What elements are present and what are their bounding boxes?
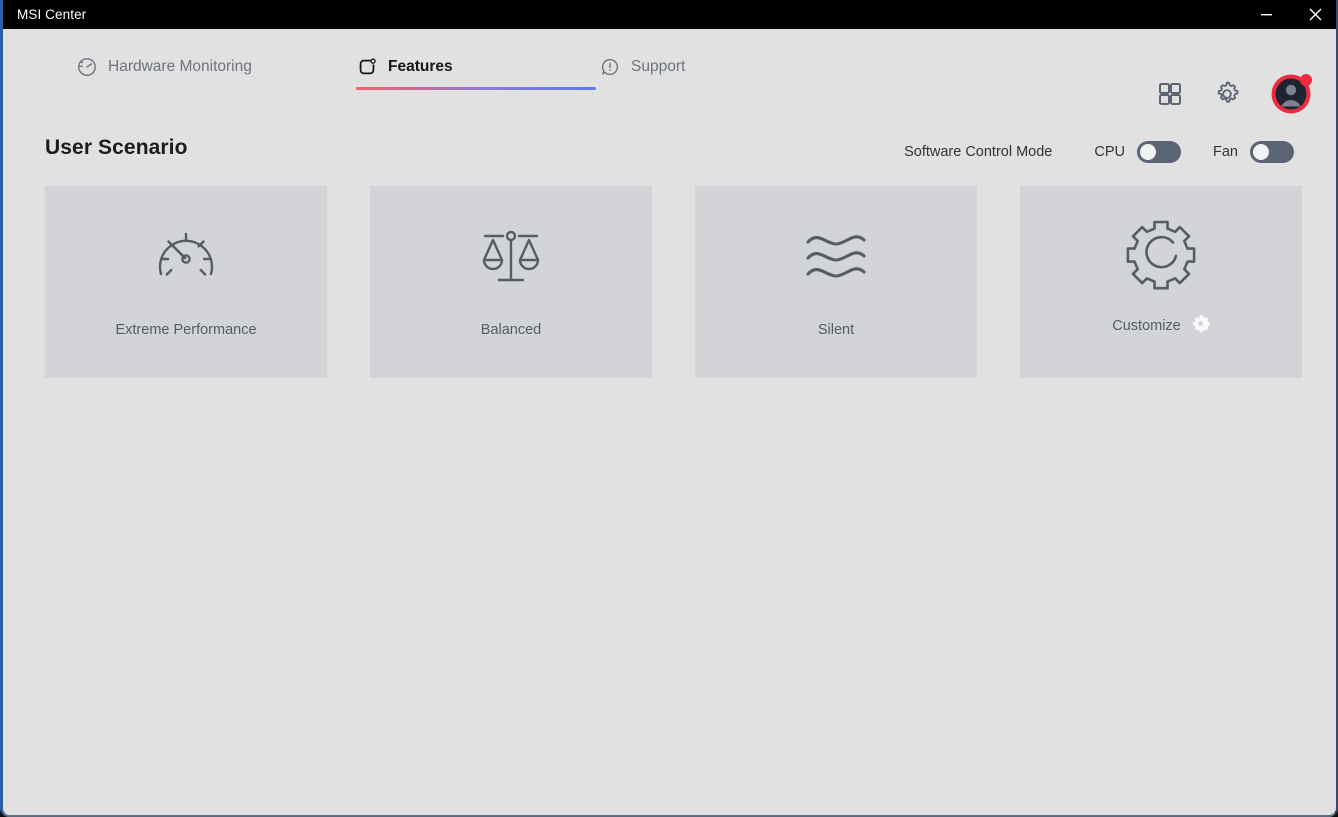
- scenario-card-customize[interactable]: Customize: [1020, 186, 1302, 378]
- close-icon: [1309, 8, 1321, 21]
- features-icon: [356, 56, 378, 78]
- scenario-card-balanced[interactable]: Balanced: [370, 186, 652, 378]
- gear-icon: [1217, 81, 1239, 103]
- tab-label: Support: [631, 58, 686, 75]
- title-bar: MSI Center: [3, 0, 1336, 29]
- gear-outline-icon: [1121, 218, 1201, 294]
- tab-hardware-monitoring[interactable]: Hardware Monitoring: [76, 29, 252, 101]
- cpu-toggle[interactable]: [1137, 141, 1181, 163]
- software-control-mode-label: Software Control Mode: [904, 144, 1053, 160]
- user-scenario-cards: Extreme Performance Balanced Silent Cust…: [45, 186, 1302, 378]
- scenario-label: Customize: [1112, 318, 1181, 334]
- grid-icon: [1159, 83, 1181, 105]
- support-bubble-icon: [599, 56, 621, 78]
- balance-scale-icon: [473, 218, 549, 294]
- app-title: MSI Center: [17, 7, 87, 22]
- toggle-knob: [1253, 144, 1269, 160]
- tab-features[interactable]: Features: [356, 29, 596, 101]
- notification-badge: [1300, 74, 1312, 86]
- scenario-label: Extreme Performance: [115, 322, 257, 338]
- card-label-row: Extreme Performance: [45, 322, 327, 338]
- settings-button[interactable]: [1212, 79, 1242, 109]
- fan-toggle[interactable]: [1250, 141, 1294, 163]
- scenario-label: Silent: [817, 322, 855, 338]
- active-tab-indicator: [356, 87, 596, 90]
- waves-icon: [798, 218, 874, 294]
- scenario-card-silent[interactable]: Silent: [695, 186, 977, 378]
- card-label-row: Balanced: [370, 322, 652, 338]
- card-label-row: Silent: [695, 322, 977, 338]
- window-controls: [1243, 0, 1336, 29]
- cpu-toggle-label: CPU: [1094, 144, 1125, 160]
- app-window: MSI Center Hardware Monitoring Features …: [0, 0, 1338, 817]
- tab-support[interactable]: Support: [599, 29, 685, 101]
- account-button[interactable]: [1270, 73, 1312, 115]
- tab-label: Hardware Monitoring: [108, 58, 252, 75]
- minimize-button[interactable]: [1243, 0, 1289, 29]
- close-button[interactable]: [1289, 0, 1336, 29]
- minimize-icon: [1260, 14, 1272, 16]
- tab-label: Features: [388, 58, 453, 75]
- apps-grid-button[interactable]: [1156, 80, 1184, 108]
- fan-toggle-label: Fan: [1213, 144, 1238, 160]
- scenario-label: Balanced: [480, 322, 542, 338]
- page-title: User Scenario: [45, 136, 188, 159]
- gauge-circle-icon: [76, 56, 98, 78]
- toggle-knob: [1140, 144, 1156, 160]
- speedometer-icon: [148, 218, 224, 294]
- main-nav: Hardware Monitoring Features Support: [3, 29, 1336, 114]
- customize-settings-button[interactable]: [1191, 314, 1210, 338]
- nav-actions: [1156, 58, 1312, 130]
- software-control-mode: Software Control Mode CPU Fan: [904, 141, 1294, 163]
- scenario-card-extreme-performance[interactable]: Extreme Performance: [45, 186, 327, 378]
- gear-icon: [1192, 314, 1210, 333]
- card-label-row: Customize: [1020, 314, 1302, 338]
